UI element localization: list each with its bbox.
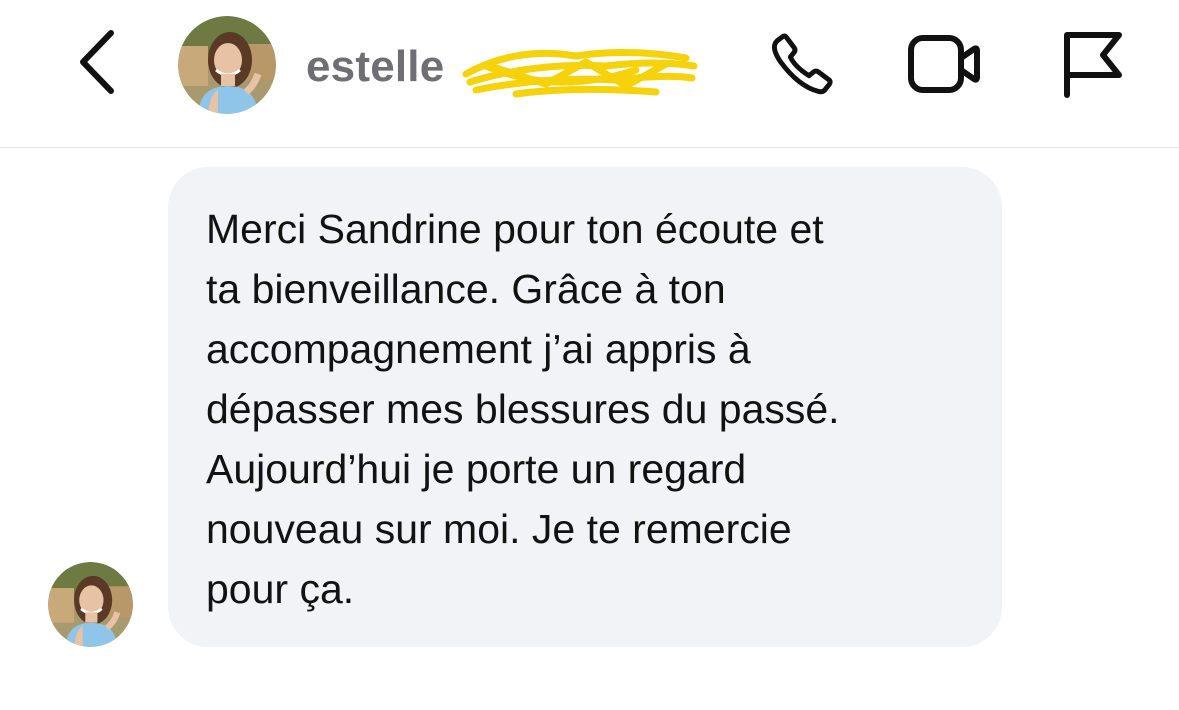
dm-conversation-screen: estelle Merci Sandrine pour ton écoute e… — [0, 0, 1179, 710]
contact-avatar[interactable] — [178, 16, 276, 114]
message-line: nouveau sur moi. Je te remercie — [206, 506, 792, 552]
message-line: pour ça. — [206, 566, 355, 612]
audio-call-button[interactable] — [766, 30, 838, 102]
redaction-scribble — [456, 36, 716, 111]
report-flag-button[interactable] — [1056, 30, 1128, 102]
back-button[interactable] — [62, 24, 132, 104]
phone-icon — [767, 29, 837, 104]
contact-username[interactable]: estelle — [306, 36, 706, 100]
flag-icon — [1057, 29, 1127, 104]
message-line: Merci Sandrine pour ton écoute et — [206, 206, 824, 252]
message-line: Aujourd’hui je porte un regard — [206, 446, 747, 492]
message-text: Merci Sandrine pour ton écoute et ta bie… — [206, 199, 986, 619]
header-divider — [0, 147, 1179, 148]
message-line: accompagnement j’ai appris à — [206, 326, 751, 372]
video-camera-icon — [906, 32, 982, 101]
conversation-header: estelle — [0, 0, 1179, 147]
message-line: ta bienveillance. Grâce à ton — [206, 266, 726, 312]
message-bubble[interactable]: Merci Sandrine pour ton écoute et ta bie… — [168, 167, 1002, 647]
message-line: dépasser mes blessures du passé. — [206, 386, 840, 432]
sender-avatar[interactable] — [48, 562, 133, 647]
username-text: estelle — [306, 42, 445, 91]
video-call-button[interactable] — [908, 30, 980, 102]
chevron-left-icon — [77, 29, 117, 100]
